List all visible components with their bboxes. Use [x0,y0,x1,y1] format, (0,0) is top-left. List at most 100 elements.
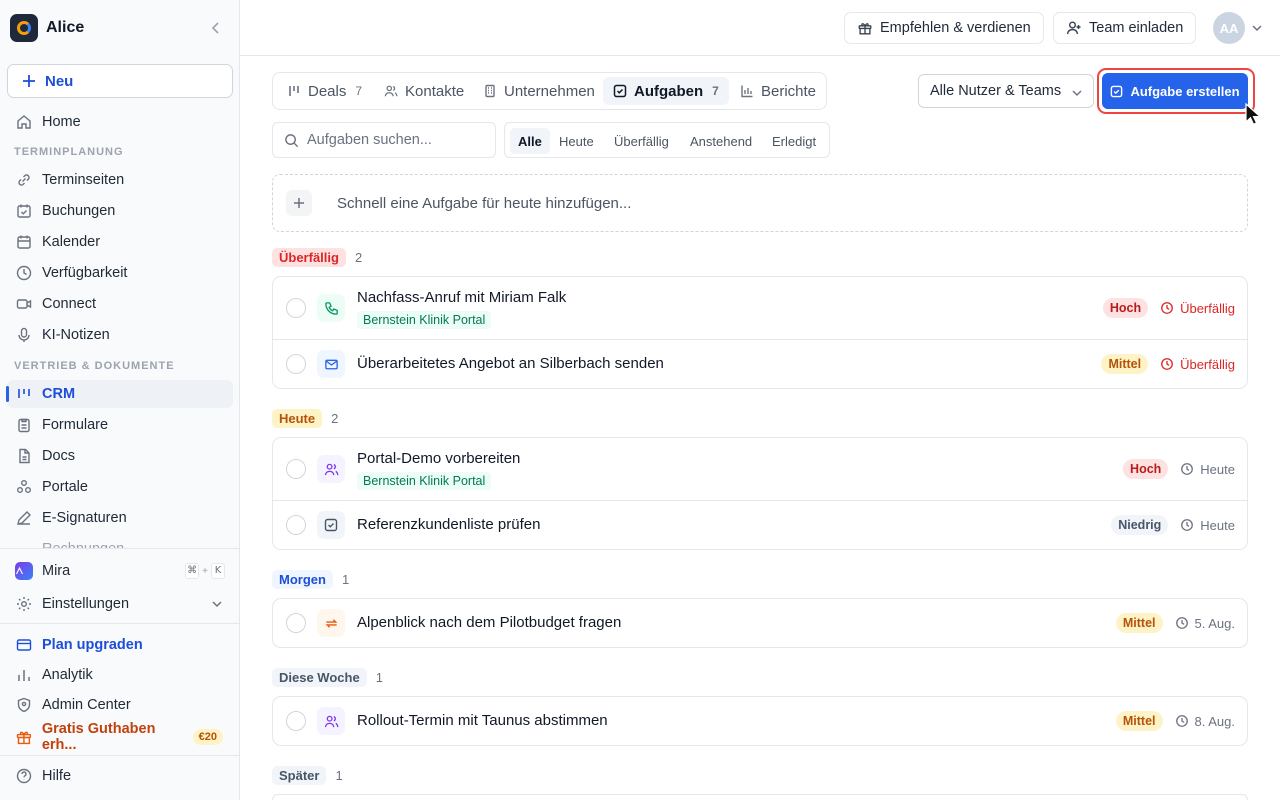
due-label: Überfällig [1180,300,1235,316]
task-checkbox[interactable] [286,711,306,731]
filter-erledigt[interactable]: Erledigt [764,128,824,154]
sidebar-item-connect[interactable]: Connect [7,290,233,318]
sidebar-item-terminseiten[interactable]: Terminseiten [7,166,233,194]
sidebar-item-verfuegbarkeit[interactable]: Verfügbarkeit [7,259,233,287]
team-filter-select[interactable]: Alle Nutzer & Teams [918,74,1094,108]
plus-icon [23,75,35,87]
clock-icon [1175,715,1188,727]
chevron-down-icon [212,601,222,608]
sidebar-item-label: Mira [42,563,71,579]
sidebar-item-credits[interactable]: Gratis Guthaben erh... €20 [7,721,233,753]
task-title: Alpenblick nach dem Pilotbudget fragen [357,614,622,631]
sidebar-item-portale[interactable]: Portale [7,473,233,501]
filter-ueberfaellig[interactable]: Überfällig [606,128,677,154]
task-text: Rollout-Termin mit Taunus abstimmen [357,712,608,730]
building-icon [485,84,495,98]
sidebar-item-label: KI-Notizen [42,327,110,343]
new-button[interactable]: Neu [7,64,233,98]
sidebar-item-e-signaturen[interactable]: E-Signaturen [7,504,233,532]
group-count: 1 [375,670,383,685]
task-checkbox[interactable] [286,613,306,633]
group-header-tomorrow: Morgen 1 [272,570,349,589]
task-row[interactable]: Referenzkundenliste prüfen Niedrig Heute [273,501,1247,549]
sidebar-item-label: Terminseiten [42,172,125,188]
tab-aufgaben[interactable]: Aufgaben 7 [603,77,729,105]
task-group-this-week: Rollout-Termin mit Taunus abstimmen Mitt… [272,696,1248,746]
task-title: Nachfass-Anruf mit Miriam Falk [357,289,567,306]
due-date: Überfällig [1160,301,1235,316]
sidebar-item-docs[interactable]: Docs [7,442,233,470]
bar-chart-icon [18,670,30,681]
collapse-sidebar-icon[interactable] [208,20,224,36]
sidebar-item-ki-notizen[interactable]: KI-Notizen [7,321,233,349]
checkbox-icon [1111,85,1123,97]
group-count: 1 [341,572,350,587]
sidebar-item-kalender[interactable]: Kalender [7,228,233,256]
group-header-later: Später 1 [272,766,343,785]
filter-anstehend[interactable]: Anstehend [682,128,760,154]
task-row[interactable]: Überarbeitetes Angebot an Silberbach sen… [273,340,1247,388]
task-row[interactable]: Portal-Demo vorbereiten Bernstein Klinik… [273,438,1247,501]
tab-berichte[interactable]: Berichte [730,77,826,105]
mail-icon [317,350,345,378]
plus-icon[interactable] [286,190,312,216]
task-group-today: Portal-Demo vorbereiten Bernstein Klinik… [272,437,1248,550]
sidebar-item-buchungen[interactable]: Buchungen [7,197,233,225]
task-checkbox[interactable] [286,354,306,374]
tab-deals[interactable]: Deals 7 [277,77,372,105]
task-status-filters: Alle Heute Überfällig Anstehend Erledigt [504,122,830,158]
filter-alle[interactable]: Alle [510,128,550,154]
task-checkbox[interactable] [286,298,306,318]
quick-add-task[interactable]: Schnell eine Aufgabe für heute hinzufüge… [272,174,1248,232]
task-tag[interactable]: Bernstein Klinik Portal [357,311,492,329]
due-date: 5. Aug. [1175,616,1235,631]
due-date: 8. Aug. [1175,714,1235,729]
sidebar-item-label: Hilfe [42,768,72,784]
invite-team-label: Team einladen [1089,20,1184,36]
sidebar-item-crm[interactable]: CRM [6,380,233,408]
chevron-down-icon[interactable] [1250,21,1264,35]
tab-label: Kontakte [405,82,465,100]
sidebar-item-mira[interactable]: Mira ⌘ + K [7,557,233,585]
task-checkbox[interactable] [286,515,306,535]
sidebar-item-label: Analytik [42,667,93,683]
tab-kontakte[interactable]: Kontakte [374,77,474,105]
group-count: 2 [354,250,363,265]
sidebar-item-formulare[interactable]: Formulare [7,411,233,439]
sidebar-item-admin-center[interactable]: Admin Center [7,691,233,719]
tab-label: Deals [308,82,347,100]
task-row[interactable]: Nachfass-Anruf mit Miriam Falk Bernstein… [273,277,1247,340]
sidebar-item-label: Portale [42,479,88,495]
task-tag[interactable]: Bernstein Klinik Portal [357,472,492,490]
keyboard-shortcut: ⌘ + K [185,563,225,579]
sidebar-item-home[interactable]: Home [7,108,233,136]
task-title: Rollout-Termin mit Taunus abstimmen [357,712,608,729]
task-search-input[interactable]: Aufgaben suchen... [272,122,496,158]
sidebar-item-label: Gratis Guthaben erh... [41,721,156,753]
task-row[interactable]: Rollout-Termin mit Taunus abstimmen Mitt… [273,697,1247,745]
workspace-switcher[interactable]: Alice [10,14,230,42]
tab-unternehmen[interactable]: Unternehmen [473,77,605,105]
create-task-button[interactable]: Aufgabe erstellen [1102,73,1248,109]
filter-heute[interactable]: Heute [551,128,602,154]
group-header-overdue: Überfällig 2 [272,248,362,267]
sidebar-item-hilfe[interactable]: Hilfe [7,762,233,790]
sidebar-item-analytik[interactable]: Analytik [7,661,233,689]
task-group-overdue: Nachfass-Anruf mit Miriam Falk Bernstein… [272,276,1248,389]
task-checkbox[interactable] [286,459,306,479]
sidebar-item-einstellungen[interactable]: Einstellungen [7,590,233,618]
microphone-icon [18,327,30,342]
gift-icon [16,731,32,745]
task-row[interactable]: Alpenblick nach dem Pilotbudget fragen M… [273,599,1247,647]
invite-team-button[interactable]: Team einladen [1053,12,1197,44]
avatar[interactable]: AA [1213,12,1245,44]
refer-button[interactable]: Empfehlen & verdienen [844,12,1044,44]
sidebar-item-upgrade[interactable]: Plan upgraden [7,631,233,659]
video-icon [16,299,32,309]
due-date: Heute [1180,518,1235,533]
kbd-k: K [211,563,225,579]
pipeline-icon [289,86,299,96]
top-bar: Empfehlen & verdienen Team einladen AA [240,0,1280,56]
due-label: Heute [1200,517,1235,533]
home-icon [17,115,31,129]
